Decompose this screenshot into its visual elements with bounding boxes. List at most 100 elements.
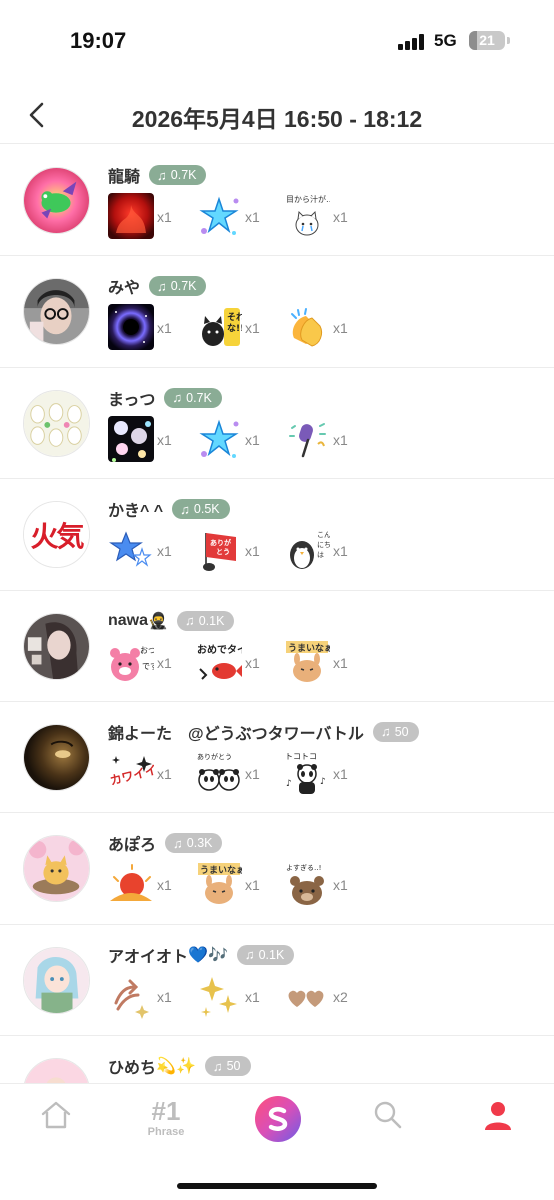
- gift-count: x1: [333, 654, 348, 671]
- avatar[interactable]: [23, 389, 90, 457]
- music-note-icon: ♫: [380, 724, 391, 740]
- user-name: みや: [108, 280, 141, 298]
- penguin-hello-sticker: こん にちは: [284, 527, 330, 574]
- status-bar: 19:07 5G 21: [0, 0, 554, 84]
- bubbles-sticker: [108, 415, 154, 462]
- gift-count: x1: [157, 543, 172, 560]
- music-note-icon: ♫: [180, 501, 190, 517]
- gift-count: x2: [333, 988, 348, 1005]
- gift-count: x1: [333, 765, 348, 782]
- galaxy-sticker: [108, 304, 154, 351]
- music-note-icon: ♫: [244, 947, 255, 963]
- status-time: 19:07: [70, 28, 127, 53]
- tab-home[interactable]: [26, 1098, 86, 1148]
- sticker-text: それ: [227, 312, 242, 323]
- svg-text:♪: ♪: [320, 777, 326, 787]
- sticker-text: こん: [317, 531, 330, 539]
- score-badge: ♫ 0.7K: [149, 276, 207, 297]
- tab-phrase-label: Phrase: [147, 1126, 185, 1138]
- name-line: あぽろ ♫ 0.3K: [108, 831, 223, 855]
- gift-count: x1: [245, 431, 260, 448]
- avatar[interactable]: [23, 835, 90, 903]
- panda-thanks-sticker: ありがとう: [196, 749, 242, 796]
- battery-cap: [507, 37, 510, 44]
- sticker-text: ありがとう: [197, 752, 232, 761]
- gift-count: x1: [245, 543, 260, 560]
- gift-count: x1: [157, 765, 172, 782]
- name-line: アオイオト 💙🎶 ♫ 0.1K: [108, 943, 295, 967]
- black-cat-sticker: それな!!: [196, 304, 242, 351]
- supporter-row[interactable]: 龍騎 ♫ 0.7K x1 x1 目から汁が… x1: [0, 145, 554, 257]
- tab-profile[interactable]: [468, 1098, 528, 1148]
- score-badge: ♫ 0.7K: [149, 165, 207, 185]
- avatar[interactable]: [23, 278, 90, 346]
- avatar[interactable]: [23, 612, 90, 680]
- tasty-bunny-sticker: うまいなぁ: [284, 638, 330, 685]
- music-note-icon: ♫: [173, 835, 183, 851]
- name-line: 龍騎 ♫ 0.7K: [108, 163, 207, 187]
- signal-strength-icon: [398, 34, 428, 50]
- name-line: かき^ ^ ♫ 0.5K: [108, 497, 230, 521]
- avatar[interactable]: [23, 946, 90, 1014]
- arrow-sparkle-sticker: [108, 972, 154, 1019]
- blue-stars-sticker: [196, 415, 242, 462]
- svg-text:♪: ♪: [286, 779, 292, 789]
- gift-count: x1: [245, 877, 260, 894]
- supporter-row[interactable]: まっつ ♫ 0.7K x1 x1 x1: [0, 368, 554, 480]
- tab-phrase[interactable]: #1 Phrase: [136, 1098, 196, 1148]
- avatar-text: 火気: [24, 502, 89, 568]
- supporter-row[interactable]: 火気 かき^ ^ ♫ 0.5K x1 ありが とう x1 こん にちは x1: [0, 479, 554, 591]
- gift-count: x1: [333, 209, 348, 225]
- name-line: まっつ ♫ 0.7K: [108, 386, 222, 410]
- avatar[interactable]: [23, 1058, 90, 1083]
- gift-count: x1: [245, 654, 260, 671]
- music-note-icon: ♫: [184, 613, 195, 629]
- supporter-row[interactable]: 錦よーた @どうぶつタワーバトル ♫ 50 カワイイ x1 ありがとう x1 トコトコ ♪…: [0, 702, 554, 814]
- sticker-text: とう: [216, 547, 230, 556]
- gift-count: x1: [245, 988, 260, 1005]
- sticker-text: トコトコ: [285, 752, 317, 761]
- network-type: 5G: [434, 31, 457, 50]
- congrats-fish-sticker: おめでタイ: [196, 638, 242, 685]
- thanks-flag-sticker: ありが とう: [196, 527, 242, 574]
- music-note-icon: ♫: [172, 390, 183, 406]
- name-line: nawa 🥷 ♫ 0.1K: [108, 609, 235, 633]
- gift-count: x1: [157, 654, 172, 671]
- score-value: 50: [394, 724, 409, 739]
- hearts-sticker: [284, 972, 330, 1019]
- sticker-text: うまいなぁ: [288, 643, 330, 654]
- supporter-row[interactable]: あぽろ ♫ 0.3K x1 うまいなぁ x1 よすぎる‥! x1: [0, 813, 554, 925]
- live-button[interactable]: [255, 1096, 301, 1142]
- avatar[interactable]: [23, 167, 90, 234]
- panda-dance-sticker: トコトコ ♪ ♪: [284, 749, 330, 796]
- sticker-text: 目から汁が…: [286, 194, 330, 204]
- avatar[interactable]: 火気: [23, 501, 90, 569]
- supporter-row[interactable]: ひめち 💫✨ ♫ 50: [0, 1036, 554, 1083]
- profile-icon: [485, 1102, 511, 1130]
- user-name-emoji: 💫✨: [156, 1058, 196, 1076]
- user-name: 錦よーた @どうぶつタワーバトル: [108, 725, 364, 743]
- sticker-text: にち: [317, 541, 330, 549]
- avatar[interactable]: [23, 723, 90, 791]
- score-value: 0.5K: [193, 502, 220, 517]
- page-header: 2026年5月4日 16:50 - 18:12: [0, 86, 554, 144]
- blue-star-sticker: [108, 527, 154, 574]
- score-value: 0.3K: [186, 836, 213, 851]
- supporter-row[interactable]: nawa🥷 ♫ 0.1K おつですx1おめでタイx1うまいなぁx1: [0, 591, 554, 702]
- name-line: みや ♫ 0.7K: [108, 274, 207, 298]
- score-value: 0.7K: [170, 279, 197, 294]
- gift-count: x1: [157, 988, 172, 1005]
- tab-search[interactable]: [358, 1098, 418, 1148]
- sticker-text: おめでタイ: [197, 644, 242, 656]
- page-title: 2026年5月4日 16:50 - 18:12: [131, 106, 423, 132]
- user-name: nawa: [108, 611, 149, 629]
- score-badge: ♫ 0.7K: [164, 387, 222, 408]
- microphone-sticker: [284, 415, 330, 462]
- supporter-row[interactable]: みや ♫ 0.7K x1それな!!x1x1: [0, 256, 554, 368]
- user-name: 龍騎: [108, 169, 141, 186]
- user-name-emoji: 💙🎶: [188, 946, 228, 964]
- score-badge: ♫ 50: [372, 721, 419, 742]
- supporter-row[interactable]: アオイオト 💙🎶 ♫ 0.1K x1 x1 x2: [0, 925, 554, 1037]
- supporter-list[interactable]: 龍騎 ♫ 0.7K x1x1目から汁が…x1 みや ♫ 0.7K x1それな!!…: [0, 145, 554, 1083]
- sticker-text: うまいなぁ: [200, 865, 242, 876]
